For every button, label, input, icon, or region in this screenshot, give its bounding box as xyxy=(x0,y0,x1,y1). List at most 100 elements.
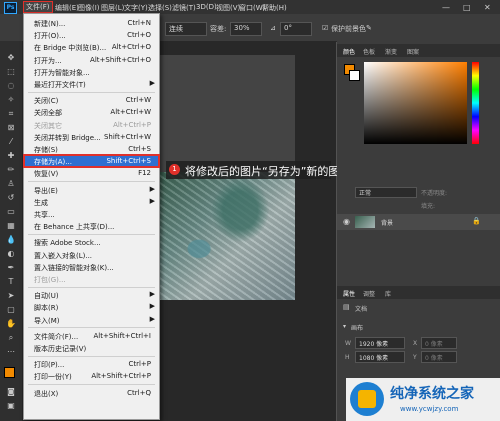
file-menu-item[interactable]: 存储(S) Ctrl+S xyxy=(24,143,159,155)
healing-tool-icon[interactable]: ✚ xyxy=(6,151,16,161)
color-panel-tabs: 颜色 色板 渐变 图案 xyxy=(337,44,500,57)
file-menu-item[interactable]: 打印(P)... Ctrl+P xyxy=(24,358,159,370)
eraser-tool-icon[interactable]: ▭ xyxy=(6,207,16,217)
tab-swatches[interactable]: 色板 xyxy=(363,47,375,56)
file-menu-item[interactable]: 在 Bridge 中浏览(B)... Alt+Ctrl+O xyxy=(24,41,159,53)
file-menu-item[interactable]: 关闭全部 Alt+Ctrl+W xyxy=(24,106,159,118)
file-menu-item[interactable]: 退出(X) Ctrl+Q xyxy=(24,387,159,399)
color-picker-field[interactable] xyxy=(364,62,467,144)
tab-properties[interactable]: 属性 xyxy=(343,289,355,298)
layer-blend-select[interactable]: 正常 xyxy=(355,187,417,198)
y-input[interactable]: 0 像素 xyxy=(421,351,457,363)
shape-tool-icon[interactable]: ▢ xyxy=(6,305,16,315)
tab-color[interactable]: 颜色 xyxy=(343,47,355,56)
blur-tool-icon[interactable]: 💧 xyxy=(6,235,16,245)
file-menu-item[interactable]: 自动(U) ▶ xyxy=(24,289,159,301)
document-image[interactable] xyxy=(158,172,295,300)
file-menu-item[interactable]: 共享... xyxy=(24,208,159,220)
file-menu-item[interactable]: 恢复(V) F12 xyxy=(24,167,159,179)
menu-edit[interactable]: 编辑(E) xyxy=(55,3,79,13)
file-menu-item[interactable]: 在 Behance 上共享(D)... xyxy=(24,220,159,232)
stamp-tool-icon[interactable]: ♙ xyxy=(6,179,16,189)
angle-input[interactable]: 0° xyxy=(280,22,312,36)
tab-gradients[interactable]: 渐变 xyxy=(385,47,397,56)
blend-mode-select[interactable]: 连续 xyxy=(165,22,207,36)
file-menu-item-shortcut: Shift+Ctrl+W xyxy=(103,132,151,141)
hand-tool-icon[interactable]: ✋ xyxy=(6,319,16,329)
quick-select-tool-icon[interactable]: ✧ xyxy=(6,95,16,105)
file-menu-item[interactable]: 脚本(R) ▶ xyxy=(24,301,159,313)
file-menu-item-shortcut: F12 xyxy=(138,169,151,178)
height-input[interactable]: 1080 像素 xyxy=(355,351,405,363)
eyedropper-tool-icon[interactable]: ⁄ xyxy=(6,137,16,147)
path-select-tool-icon[interactable]: ➤ xyxy=(6,291,16,301)
menu-3d[interactable]: 3D(D) xyxy=(196,3,217,11)
dodge-tool-icon[interactable]: ◐ xyxy=(6,249,16,259)
pen-tool-icon[interactable]: ✒ xyxy=(6,263,16,273)
menu-filter[interactable]: 滤镜(T) xyxy=(172,3,196,13)
file-menu-item[interactable]: 最近打开文件(T) ▶ xyxy=(24,78,159,90)
file-menu-item[interactable]: 生成 ▶ xyxy=(24,196,159,208)
lasso-tool-icon[interactable]: ◌ xyxy=(6,81,16,91)
crop-tool-icon[interactable]: ⌗ xyxy=(6,109,16,119)
tolerance-input[interactable]: 30% xyxy=(230,22,262,36)
visibility-eye-icon[interactable]: ◉ xyxy=(343,217,350,226)
file-menu-item-label: 关闭其它 xyxy=(34,121,62,130)
menu-image[interactable]: 图像(I) xyxy=(78,3,100,13)
tab-patterns[interactable]: 图案 xyxy=(407,47,419,56)
minimize-icon[interactable]: — xyxy=(442,3,450,12)
move-tool-icon[interactable]: ✥ xyxy=(6,53,16,63)
width-input[interactable]: 1920 像素 xyxy=(355,337,405,349)
menu-view[interactable]: 视图(V) xyxy=(216,3,240,13)
menu-type[interactable]: 文字(Y) xyxy=(124,3,148,13)
frame-tool-icon[interactable]: ⊠ xyxy=(6,123,16,133)
menu-help[interactable]: 帮助(H) xyxy=(262,3,287,13)
layer-row[interactable]: ◉ 背景 🔒 xyxy=(337,214,500,230)
close-icon[interactable]: ✕ xyxy=(484,3,491,12)
panel-background-swatch[interactable] xyxy=(349,70,360,81)
file-menu-item-shortcut: Ctrl+N xyxy=(127,19,151,27)
screen-mode-icon[interactable]: ▣ xyxy=(6,401,16,411)
file-menu-item[interactable]: 版本历史记录(V) xyxy=(24,342,159,354)
brush-settings-icon[interactable]: ✎ xyxy=(366,24,372,32)
file-menu-item[interactable]: 打印一份(Y) Alt+Shift+Ctrl+P xyxy=(24,370,159,382)
maximize-icon[interactable]: □ xyxy=(463,3,471,12)
history-brush-tool-icon[interactable]: ↺ xyxy=(6,193,16,203)
file-menu-item[interactable]: 打开为智能对象... xyxy=(24,66,159,78)
file-menu-item[interactable]: 存储为(A)... Shift+Ctrl+S xyxy=(23,154,160,169)
foreground-color-swatch[interactable] xyxy=(4,367,15,378)
quick-mask-icon[interactable]: ◙ xyxy=(6,387,16,397)
file-menu-item[interactable]: 关闭并转到 Bridge... Shift+Ctrl+W xyxy=(24,131,159,143)
file-menu-item-shortcut: Alt+Shift+Ctrl+I xyxy=(93,331,151,340)
file-menu-item[interactable]: 打开为... Alt+Shift+Ctrl+O xyxy=(24,54,159,66)
file-menu-item[interactable]: 置入嵌入对象(L)... xyxy=(24,249,159,261)
file-menu-item[interactable]: 文件简介(F)... Alt+Shift+Ctrl+I xyxy=(24,330,159,342)
protect-checkbox[interactable]: ☑ xyxy=(322,24,328,32)
file-menu-item[interactable]: 关闭(C) Ctrl+W xyxy=(24,94,159,106)
menu-select[interactable]: 选择(S) xyxy=(148,3,172,13)
menu-file[interactable]: 文件(F) xyxy=(23,1,53,13)
file-menu-item-shortcut: Alt+Shift+Ctrl+P xyxy=(91,372,151,381)
file-menu-item[interactable]: 新建(N)... Ctrl+N xyxy=(24,17,159,29)
tab-libraries[interactable]: 库 xyxy=(385,289,391,298)
file-menu-item[interactable]: 导出(E) ▶ xyxy=(24,184,159,196)
file-menu-item[interactable]: 搜索 Adobe Stock... xyxy=(24,236,159,248)
height-label: H xyxy=(345,354,350,361)
type-tool-icon[interactable]: T xyxy=(6,277,16,287)
brush-tool-icon[interactable]: ✏ xyxy=(6,165,16,175)
file-menu-item-shortcut: Alt+Ctrl+W xyxy=(110,108,151,117)
hue-slider[interactable] xyxy=(472,62,479,144)
file-menu-item[interactable]: 置入链接的智能对象(K)... xyxy=(24,261,159,273)
x-input[interactable]: 0 像素 xyxy=(421,337,457,349)
file-menu-item-label: 关闭(C) xyxy=(34,97,59,106)
tab-adjustments[interactable]: 调整 xyxy=(363,289,375,298)
file-menu-item[interactable]: 导入(M) ▶ xyxy=(24,314,159,326)
zoom-tool-icon[interactable]: ⌕ xyxy=(6,333,16,343)
gradient-tool-icon[interactable]: ▦ xyxy=(6,221,16,231)
more-tools-icon[interactable]: ⋯ xyxy=(6,347,16,357)
menu-layer[interactable]: 图层(L) xyxy=(101,3,124,13)
file-menu-item[interactable]: 打开(O)... Ctrl+O xyxy=(24,29,159,41)
canvas-section-caret[interactable]: ▾ xyxy=(343,323,346,330)
marquee-tool-icon[interactable]: ⬚ xyxy=(6,67,16,77)
x-label: X xyxy=(413,340,418,347)
